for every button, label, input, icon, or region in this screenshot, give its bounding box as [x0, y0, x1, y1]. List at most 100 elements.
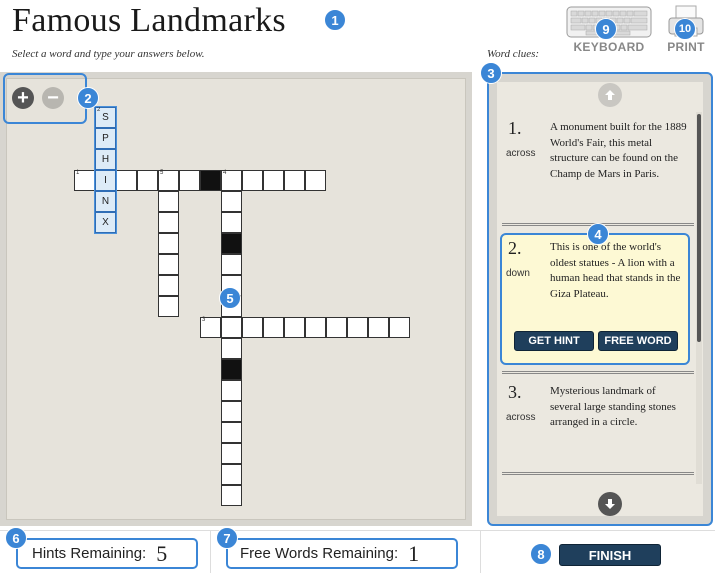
grid-cell[interactable]: 5 [158, 170, 179, 191]
page-title: Famous Landmarks [12, 2, 286, 39]
grid-cell[interactable] [221, 191, 242, 212]
grid-cell[interactable] [284, 170, 305, 191]
grid-cell[interactable] [158, 254, 179, 275]
grid-cell[interactable] [347, 317, 368, 338]
callout-badge: 9 [595, 18, 617, 40]
grid-cell[interactable] [221, 338, 242, 359]
clue-text: Mysterious landmark of several large sta… [550, 385, 676, 428]
callout-badge: 3 [480, 62, 502, 84]
zoom-out-button[interactable]: − [42, 87, 64, 109]
grid-cell-blocked [200, 170, 221, 191]
finish-button[interactable]: FINISH [559, 544, 661, 566]
grid-cell[interactable] [284, 317, 305, 338]
footer-divider [480, 530, 481, 573]
cell-letter: X [102, 217, 109, 228]
grid-cell[interactable] [158, 233, 179, 254]
instructions-text: Select a word and type your answers belo… [12, 48, 205, 60]
clue-scrollbar-thumb[interactable] [697, 114, 701, 342]
plus-icon: + [17, 87, 29, 109]
cell-letter: N [101, 196, 110, 207]
grid-cell[interactable]: H [95, 149, 116, 170]
grid-cell[interactable] [263, 317, 284, 338]
grid-cell[interactable] [368, 317, 389, 338]
grid-cell[interactable]: X [95, 212, 116, 233]
clue-direction: down [506, 268, 530, 279]
grid-cell[interactable] [305, 317, 326, 338]
grid-cell-blocked [221, 359, 242, 380]
get-hint-button[interactable]: GET HINT [514, 331, 594, 351]
grid-cell[interactable] [158, 275, 179, 296]
grid-cell[interactable] [221, 464, 242, 485]
grid-cell[interactable] [221, 212, 242, 233]
grid-cell[interactable] [389, 317, 410, 338]
footer-divider [210, 530, 211, 573]
grid-cell[interactable]: N [95, 191, 116, 212]
callout-badge: 5 [219, 287, 241, 309]
cell-number: 3 [202, 317, 206, 323]
grid-cell-blocked [221, 233, 242, 254]
cell-letter: I [104, 175, 107, 186]
grid-cell[interactable] [137, 170, 158, 191]
grid-cell[interactable] [242, 170, 263, 191]
word-clues-caption: Word clues: [487, 48, 540, 60]
clue-direction: across [506, 148, 536, 159]
callout-badge: 1 [324, 9, 346, 31]
print-label: PRINT [667, 40, 705, 54]
zoom-in-button[interactable]: + [12, 87, 34, 109]
cell-letter: H [101, 154, 110, 165]
cell-letter: S [102, 112, 109, 123]
grid-cell[interactable] [326, 317, 347, 338]
grid-cell[interactable] [116, 170, 137, 191]
keyboard-label: KEYBOARD [573, 40, 645, 54]
clue-divider [502, 472, 694, 475]
clue-divider [502, 371, 694, 374]
grid-cell[interactable] [263, 170, 284, 191]
grid-cell[interactable] [179, 170, 200, 191]
cell-number: 5 [160, 170, 164, 176]
grid-cell[interactable] [221, 401, 242, 422]
grid-cell[interactable]: P [95, 128, 116, 149]
free-word-button[interactable]: FREE WORD [598, 331, 678, 351]
scroll-up-button[interactable] [598, 83, 622, 107]
grid-cell[interactable]: I [95, 170, 116, 191]
grid-cell[interactable] [221, 380, 242, 401]
cell-number: 2 [97, 107, 101, 113]
callout-badge: 8 [530, 543, 552, 565]
clue-direction: across [506, 412, 536, 423]
callout-badge: 4 [587, 223, 609, 245]
clue-item-active[interactable]: 2. down This is one of the world's oldes… [502, 238, 694, 328]
grid-cell[interactable] [242, 317, 263, 338]
grid-cell[interactable] [221, 485, 242, 506]
grid-cell[interactable] [221, 422, 242, 443]
hints-remaining-label: Hints Remaining: [32, 545, 147, 562]
grid-cell[interactable] [158, 212, 179, 233]
grid-cell[interactable] [305, 170, 326, 191]
grid-cell[interactable] [221, 317, 242, 338]
clue-number: 3. [508, 382, 522, 402]
free-words-remaining-label: Free Words Remaining: [240, 545, 399, 562]
callout-badge: 6 [5, 527, 27, 549]
minus-icon: − [47, 87, 59, 109]
grid-cell[interactable]: 4 [221, 170, 242, 191]
scroll-down-button[interactable] [598, 492, 622, 516]
clue-item[interactable]: 1. across A monument built for the 1889 … [502, 118, 694, 214]
grid-cell[interactable]: 1 [74, 170, 95, 191]
cell-number: 1 [76, 170, 80, 176]
grid-cell[interactable] [158, 191, 179, 212]
grid-cell[interactable] [158, 296, 179, 317]
cell-letter: P [102, 133, 109, 144]
clue-number: 1. [508, 118, 522, 138]
arrow-up-icon [605, 90, 615, 100]
free-words-remaining-value: 1 [408, 540, 420, 566]
cell-number: 4 [223, 170, 227, 176]
clue-item[interactable]: 3. across Mysterious landmark of several… [502, 382, 694, 466]
clue-text: A monument built for the 1889 World's Fa… [550, 121, 687, 180]
grid-cell[interactable]: 3 [200, 317, 221, 338]
grid-cell[interactable]: 2S [95, 107, 116, 128]
callout-badge: 10 [674, 18, 696, 40]
hints-remaining-value: 5 [156, 540, 168, 566]
grid-cell[interactable] [221, 443, 242, 464]
clue-text: This is one of the world's oldest statue… [550, 241, 681, 300]
free-words-remaining-box: Free Words Remaining: 1 [226, 538, 458, 569]
grid-cell[interactable] [221, 254, 242, 275]
